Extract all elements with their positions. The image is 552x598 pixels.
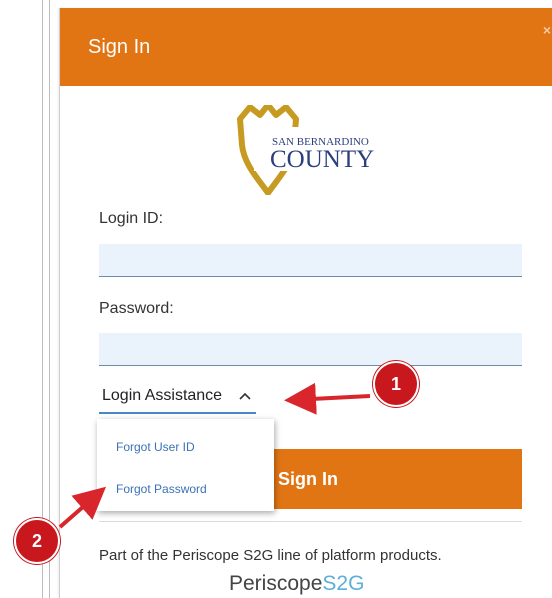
sign-in-button[interactable]: Sign In: [266, 449, 522, 509]
footer-text: Part of the Periscope S2G line of platfo…: [99, 547, 442, 564]
sign-in-modal: Sign In × SAN BERNARDINO COUNTY Login ID…: [59, 8, 552, 598]
brand-part2: S2G: [322, 572, 365, 595]
callout-badge-1: 1: [373, 361, 419, 407]
divider: [99, 521, 522, 522]
login-id-label: Login ID:: [99, 210, 164, 227]
chevron-up-icon: [239, 392, 251, 400]
background-window-frame: [42, 0, 50, 598]
modal-header: Sign In ×: [60, 8, 552, 86]
password-input[interactable]: [99, 333, 522, 366]
menu-item-forgot-password[interactable]: Forgot Password: [97, 467, 274, 511]
county-logo: SAN BERNARDINO COUNTY: [237, 105, 386, 195]
close-icon[interactable]: ×: [543, 22, 551, 38]
menu-item-forgot-user-id[interactable]: Forgot User ID: [97, 425, 274, 469]
password-label: Password:: [99, 300, 174, 317]
login-id-input[interactable]: [99, 244, 522, 277]
modal-title: Sign In: [88, 36, 151, 58]
periscope-brand: PeriscopeS2G: [229, 572, 364, 596]
callout-badge-2: 2: [14, 518, 60, 564]
login-assistance-label: Login Assistance: [102, 387, 223, 404]
login-assistance-menu: Forgot User ID Forgot Password: [97, 419, 274, 511]
login-assistance-toggle[interactable]: Login Assistance: [99, 382, 257, 414]
logo-text-line2: COUNTY: [270, 146, 374, 173]
brand-part1: Periscope: [229, 572, 323, 595]
